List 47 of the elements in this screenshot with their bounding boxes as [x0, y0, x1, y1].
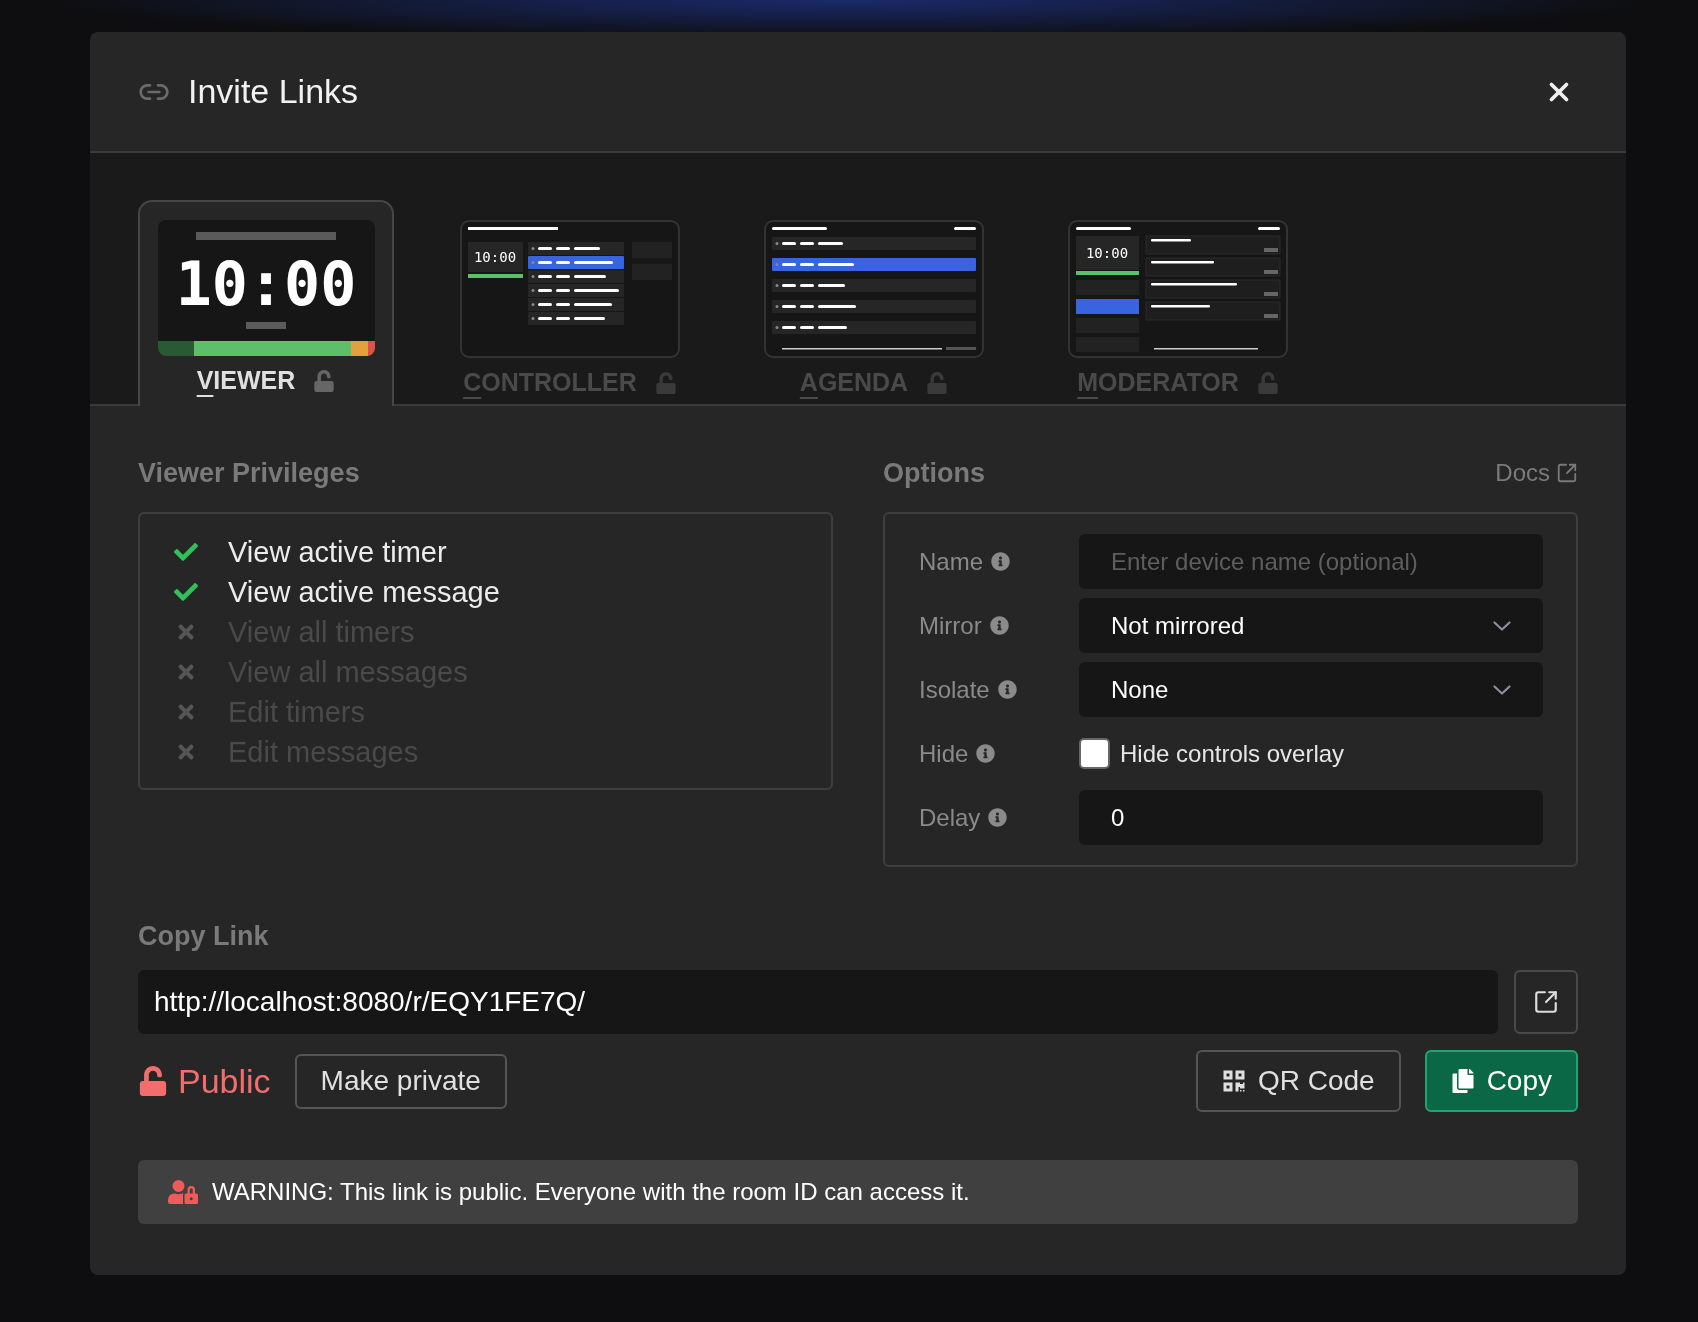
- text-field[interactable]: 0: [1079, 790, 1543, 845]
- option-label: Hide: [919, 739, 969, 768]
- info-icon[interactable]: [976, 744, 996, 763]
- option-label: Name: [919, 547, 984, 576]
- clock-text: 10:00: [175, 254, 357, 314]
- chevron-down-icon: [1493, 684, 1511, 695]
- unlock-icon: [654, 371, 677, 394]
- option-label: Delay: [919, 803, 981, 832]
- make-private-button[interactable]: Make private: [294, 1053, 507, 1109]
- select-field[interactable]: None: [1079, 662, 1543, 717]
- info-icon[interactable]: [988, 808, 1008, 827]
- option-label: Isolate: [919, 675, 990, 704]
- url-field[interactable]: http://localhost:8080/r/EQY1FE7Q/: [138, 970, 1498, 1034]
- unlock-icon: [313, 369, 336, 392]
- unlock-icon: [1256, 371, 1279, 394]
- checkbox-label: Hide controls overlay: [1120, 739, 1345, 768]
- copy-button[interactable]: Copy: [1424, 1050, 1578, 1112]
- section-title: Viewer Privileges: [138, 457, 360, 489]
- info-icon[interactable]: [991, 552, 1011, 571]
- external-link-icon: [1556, 462, 1578, 484]
- clock-text: 10:00: [1085, 245, 1129, 261]
- section-title: Options: [883, 457, 985, 489]
- open-link-button[interactable]: [1514, 970, 1578, 1034]
- dialog-title: Invite Links: [188, 72, 360, 111]
- info-icon[interactable]: [989, 616, 1009, 635]
- info-icon[interactable]: [997, 680, 1017, 699]
- checkbox[interactable]: [1079, 738, 1110, 769]
- user-lock-icon: [168, 1177, 198, 1207]
- unlock-icon: [138, 1066, 168, 1096]
- unlock-icon: [926, 371, 949, 394]
- warning-text: WARNING: This link is public. Everyone with the room ID can access it.: [212, 1178, 970, 1206]
- copy-icon: [1450, 1069, 1475, 1093]
- role-tab[interactable]: 10:00 VIEWER: [138, 200, 394, 406]
- option-label: Mirror: [919, 611, 982, 640]
- clock-text: 10:00: [473, 249, 517, 265]
- text-field[interactable]: Enter device name (optional): [1079, 534, 1543, 589]
- section-title: Copy Link: [138, 921, 270, 952]
- chevron-down-icon: [1493, 620, 1511, 631]
- subtitle-bar: [246, 322, 286, 329]
- qr-code-button[interactable]: QR Code: [1195, 1050, 1401, 1112]
- privilege-label: View active timer: [228, 535, 447, 569]
- select-field[interactable]: Not mirrored: [1079, 598, 1543, 653]
- privilege-label: View active message: [228, 575, 500, 609]
- external-link-icon: [1533, 989, 1559, 1015]
- docs-link[interactable]: Docs: [1495, 459, 1578, 487]
- qr-code-icon: [1221, 1069, 1246, 1093]
- visibility-status: Public: [138, 1061, 271, 1101]
